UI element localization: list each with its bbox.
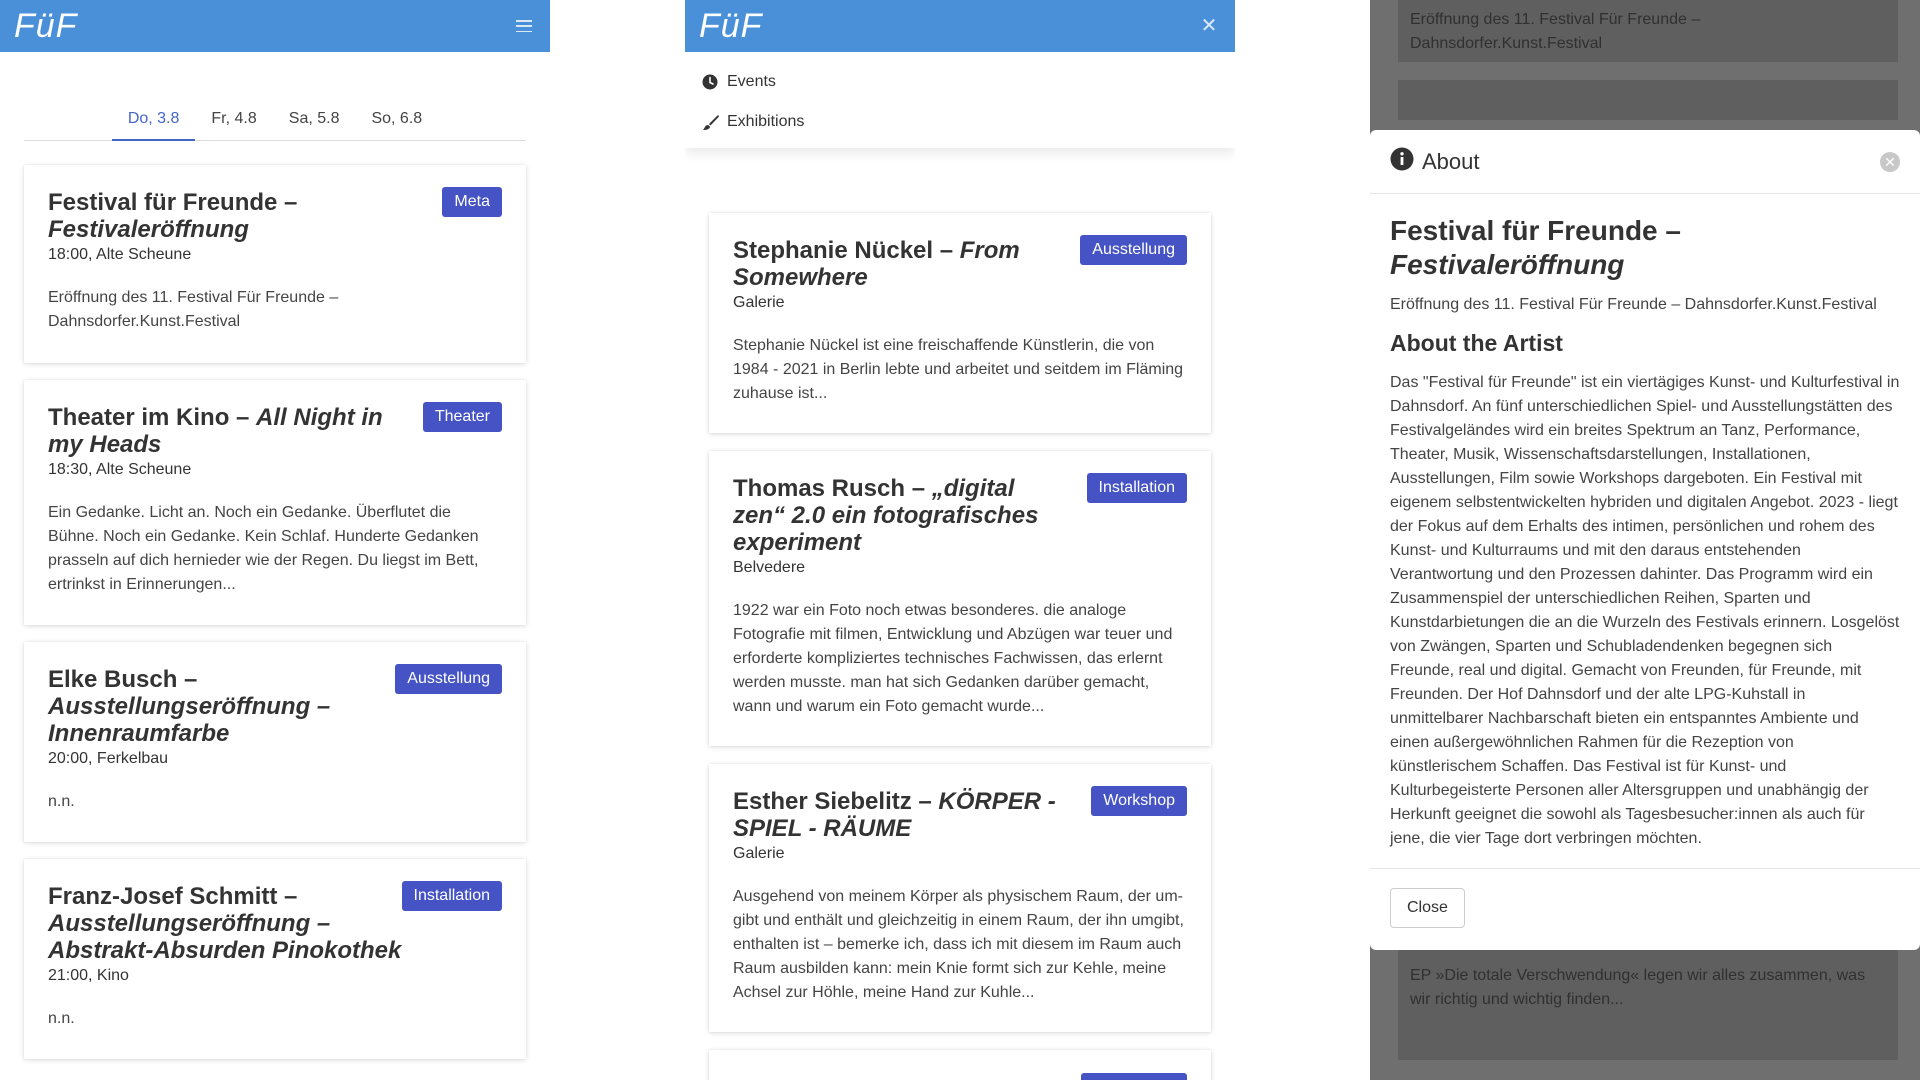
event-card[interactable]: Meta Festival für Freunde – Festivaleröf… (24, 165, 526, 363)
category-badge: Ausstellung (1080, 235, 1187, 265)
exhibition-location: Galerie (733, 845, 785, 862)
event-description: Eröffnung des 11. Festival Für Freunde –… (48, 289, 339, 330)
exhibition-description: 1922 war ein Foto noch etwas besonderes.… (733, 602, 1173, 715)
modal-header: About ✕ (1370, 130, 1920, 194)
category-badge: Installation (1086, 473, 1187, 503)
menu-toggle-button[interactable] (512, 14, 536, 38)
about-modal: About ✕ Festival für Freunde – Festivale… (1370, 130, 1920, 950)
event-description: n.n. (48, 793, 75, 810)
menu-item-events[interactable]: Events (685, 62, 1235, 102)
paintbrush-icon (701, 113, 719, 131)
event-time-location: 18:30, Alte Scheune (48, 461, 192, 478)
exhibition-location: Galerie (733, 294, 785, 311)
menu-close-button[interactable]: ✕ (1197, 14, 1221, 38)
category-badge: Installation (401, 881, 502, 911)
event-card[interactable]: Ausstellung Elke Busch – Ausstellungserö… (24, 642, 526, 842)
menu-item-label: Events (727, 73, 776, 90)
exhibition-description: Stephanie Nückel ist eine freischaffende… (733, 337, 1184, 402)
nav-menu: Events Exhibitions (685, 52, 1235, 148)
event-subtitle: Eröffnung des 11. Festival Für Freunde –… (1390, 296, 1877, 313)
logo[interactable]: FüF (14, 7, 77, 46)
section-heading: About the Artist (1390, 330, 1563, 356)
event-title: Festival für Freunde – Festivaleröffnung (48, 189, 298, 243)
exhibitions-screen: FüF ✕ Events Exhibitions Ausstellung Ste… (685, 0, 1235, 1080)
events-screen: FüF Do, 3.8 Fr, 4.8 Sa, 5.8 So, 6.8 Meta… (0, 0, 550, 1080)
clock-icon (701, 73, 719, 91)
close-icon[interactable]: ✕ (1880, 152, 1900, 172)
about-text: Das "Festival für Freunde" ist ein viert… (1390, 374, 1900, 847)
event-card[interactable]: Installation Franz-Josef Schmitt – Ausst… (24, 859, 526, 1059)
day-tabs: Do, 3.8 Fr, 4.8 Sa, 5.8 So, 6.8 (24, 104, 526, 141)
event-title: Festival für Freunde – Festivaleröffnung (1390, 215, 1681, 280)
about-modal-screen: Eröffnung des 11. Festival Für Freunde –… (1370, 0, 1920, 1080)
info-icon (1390, 147, 1414, 176)
event-time-location: 20:00, Ferkelbau (48, 750, 169, 767)
background-card: Eröffnung des 11. Festival Für Freunde –… (1398, 0, 1898, 62)
menu-item-exhibitions[interactable]: Exhibitions (685, 102, 1235, 142)
logo[interactable]: FüF (699, 7, 762, 46)
event-card[interactable]: Theater Theater im Kino – All Night in m… (24, 380, 526, 625)
category-badge: Theater (422, 402, 502, 432)
exhibition-location: Belvedere (733, 559, 806, 576)
modal-title: About (1422, 148, 1480, 174)
event-time-location: 18:00, Alte Scheune (48, 246, 192, 263)
close-icon: ✕ (1200, 15, 1218, 37)
modal-body: Festival für Freunde – Festivaleröffnung… (1370, 194, 1920, 851)
event-time-location: 21:00, Kino (48, 967, 129, 984)
event-description: n.n. (48, 1010, 75, 1027)
exhibition-card[interactable]: Ausstellung Stephanie Nückel – From Some… (709, 213, 1211, 433)
category-badge: Ausstellung (395, 664, 502, 694)
close-button[interactable]: Close (1390, 888, 1465, 928)
event-description: Ein Gedanke. Licht an. Noch ein Gedanke.… (48, 504, 479, 593)
background-text: EP »Die totale Verschwendung« legen wir … (1410, 967, 1866, 1008)
tab-day-2[interactable]: Fr, 4.8 (195, 104, 272, 141)
tab-day-1[interactable]: Do, 3.8 (111, 104, 196, 141)
tab-day-4[interactable]: So, 6.8 (355, 104, 438, 141)
hamburger-icon (516, 20, 532, 32)
menu-item-label: Exhibitions (727, 113, 805, 130)
tab-day-3[interactable]: Sa, 5.8 (273, 104, 356, 141)
background-text: Eröffnung des 11. Festival Für Freunde –… (1410, 11, 1701, 52)
category-badge (1081, 1073, 1187, 1080)
exhibition-card[interactable]: Workshop Esther Siebelitz – KÖRPER - SPI… (709, 764, 1211, 1032)
exhibition-card[interactable] (709, 1050, 1211, 1080)
exhibition-card[interactable]: Installation Thomas Rusch – „digital zen… (709, 451, 1211, 746)
top-navbar: FüF ✕ (685, 0, 1235, 52)
exhibition-description: Ausgehend von meinem Körper als physisch… (733, 888, 1184, 1001)
category-badge: Meta (442, 187, 502, 217)
top-navbar: FüF (0, 0, 550, 52)
category-badge: Workshop (1091, 786, 1187, 816)
background-card (1398, 80, 1898, 120)
modal-footer: Close (1370, 868, 1920, 950)
background-card: EP »Die totale Verschwendung« legen wir … (1398, 940, 1898, 1060)
